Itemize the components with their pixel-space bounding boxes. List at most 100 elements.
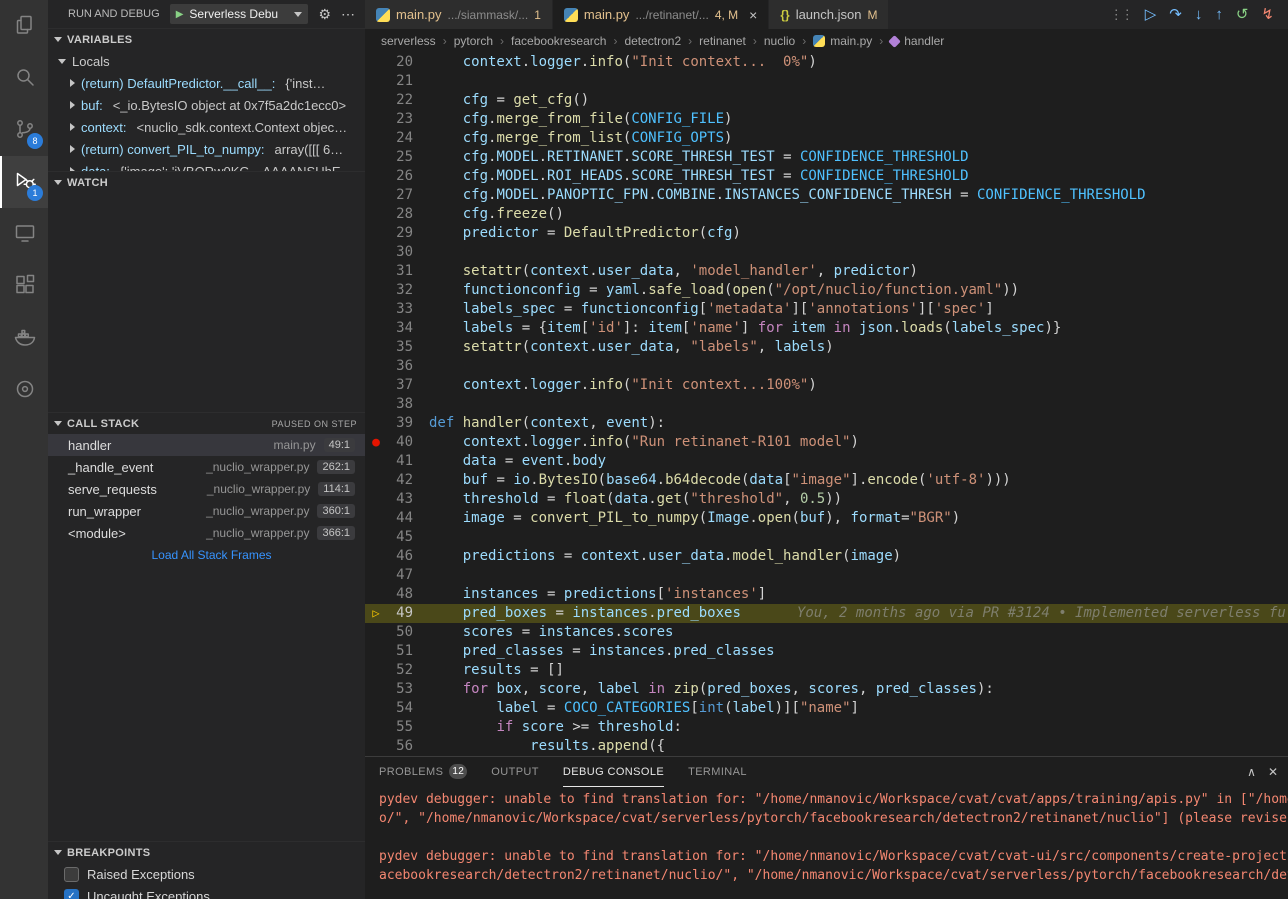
glyph-margin[interactable] <box>365 680 387 699</box>
glyph-margin[interactable] <box>365 186 387 205</box>
glyph-margin[interactable] <box>365 395 387 414</box>
code-line-54[interactable]: 54 label = COCO_CATEGORIES[int(label)]["… <box>365 699 1288 718</box>
code-text[interactable]: cfg.merge_from_list(CONFIG_OPTS) <box>429 129 732 148</box>
code-text[interactable]: setattr(context.user_data, "labels", lab… <box>429 338 834 357</box>
code-line-24[interactable]: 24 cfg.merge_from_list(CONFIG_OPTS) <box>365 129 1288 148</box>
code-text[interactable]: for box, score, label in zip(pred_boxes,… <box>429 680 994 699</box>
code-line-55[interactable]: 55 if score >= threshold: <box>365 718 1288 737</box>
glyph-margin[interactable] <box>365 661 387 680</box>
panel-tab-problems[interactable]: PROBLEMS12 <box>379 757 467 787</box>
activity-item-remote-explorer[interactable] <box>0 208 48 260</box>
editor-tab-launch.json[interactable]: {}launch.jsonM <box>769 0 889 29</box>
glyph-margin[interactable] <box>365 281 387 300</box>
activity-item-run-and-debug[interactable]: 1 <box>0 156 48 208</box>
panel-close-icon[interactable]: ✕ <box>1268 765 1278 779</box>
activity-item-explorer[interactable] <box>0 0 48 52</box>
glyph-margin[interactable] <box>365 91 387 110</box>
restart-icon[interactable]: ↺ <box>1236 7 1249 22</box>
code-line-29[interactable]: 29 predictor = DefaultPredictor(cfg) <box>365 224 1288 243</box>
code-text[interactable]: results = [] <box>429 661 564 680</box>
code-line-30[interactable]: 30 <box>365 243 1288 262</box>
code-line-36[interactable]: 36 <box>365 357 1288 376</box>
code-text[interactable]: labels_spec = functionconfig['metadata']… <box>429 300 994 319</box>
breadcrumb-item-pytorch[interactable]: pytorch <box>454 34 493 48</box>
breadcrumb-item-handler[interactable]: handler <box>890 34 944 48</box>
panel-maximize-icon[interactable]: ∧ <box>1247 765 1256 779</box>
breakpoint-icon[interactable]: ● <box>365 433 387 452</box>
code-line-53[interactable]: 53 for box, score, label in zip(pred_box… <box>365 680 1288 699</box>
checkbox-checked[interactable]: ✓ <box>64 889 79 899</box>
code-line-41[interactable]: 41 data = event.body <box>365 452 1288 471</box>
activity-item-source-control[interactable]: 8 <box>0 104 48 156</box>
breadcrumb-item-facebookresearch[interactable]: facebookresearch <box>511 34 606 48</box>
step-out-icon[interactable]: ↑ <box>1215 7 1223 22</box>
glyph-margin[interactable] <box>365 699 387 718</box>
glyph-margin[interactable] <box>365 262 387 281</box>
code-line-37[interactable]: 37 context.logger.info("Init context...1… <box>365 376 1288 395</box>
code-line-52[interactable]: 52 results = [] <box>365 661 1288 680</box>
code-text[interactable]: pred_boxes = instances.pred_boxes <box>429 604 741 623</box>
code-text[interactable]: results.append({ <box>429 737 665 756</box>
code-line-44[interactable]: 44 image = convert_PIL_to_numpy(Image.op… <box>365 509 1288 528</box>
close-icon[interactable]: × <box>749 8 757 22</box>
code-editor[interactable]: 20 context.logger.info("Init context... … <box>365 53 1288 756</box>
code-text[interactable]: def handler(context, event): <box>429 414 665 433</box>
glyph-margin[interactable] <box>365 737 387 756</box>
code-text[interactable]: threshold = float(data.get("threshold", … <box>429 490 842 509</box>
breadcrumb-item-serverless[interactable]: serverless <box>381 34 436 48</box>
glyph-margin[interactable] <box>365 110 387 129</box>
step-over-icon[interactable]: ↷ <box>1169 7 1182 22</box>
activity-item-extension-circle[interactable] <box>0 364 48 416</box>
breadcrumb-item-main.py[interactable]: main.py <box>813 34 872 48</box>
glyph-margin[interactable] <box>365 300 387 319</box>
glyph-margin[interactable] <box>365 642 387 661</box>
editor-tab-main.py[interactable]: main.py.../retinanet/...4, M× <box>553 0 769 29</box>
code-text[interactable]: if score >= threshold: <box>429 718 682 737</box>
code-line-25[interactable]: 25 cfg.MODEL.RETINANET.SCORE_THRESH_TEST… <box>365 148 1288 167</box>
glyph-margin[interactable] <box>365 471 387 490</box>
code-text[interactable]: setattr(context.user_data, 'model_handle… <box>429 262 918 281</box>
code-text[interactable]: cfg.MODEL.RETINANET.SCORE_THRESH_TEST = … <box>429 148 969 167</box>
code-line-43[interactable]: 43 threshold = float(data.get("threshold… <box>365 490 1288 509</box>
code-text[interactable]: predictions = context.user_data.model_ha… <box>429 547 901 566</box>
continue-icon[interactable]: ▷ <box>1145 7 1157 22</box>
debug-config-dropdown[interactable]: ▶ Serverless Debu <box>170 4 309 24</box>
glyph-margin[interactable] <box>365 623 387 642</box>
glyph-margin[interactable] <box>365 566 387 585</box>
code-line-46[interactable]: 46 predictions = context.user_data.model… <box>365 547 1288 566</box>
code-text[interactable]: cfg.MODEL.PANOPTIC_FPN.COMBINE.INSTANCES… <box>429 186 1146 205</box>
code-line-26[interactable]: 26 cfg.MODEL.ROI_HEADS.SCORE_THRESH_TEST… <box>365 167 1288 186</box>
breadcrumb-item-detectron2[interactable]: detectron2 <box>624 34 681 48</box>
variable-row[interactable]: context:<nuclio_sdk.context.Context obje… <box>48 116 365 138</box>
code-text[interactable]: context.logger.info("Run retinanet-R101 … <box>429 433 859 452</box>
code-text[interactable]: functionconfig = yaml.safe_load(open("/o… <box>429 281 1019 300</box>
variables-scope-locals[interactable]: Locals <box>48 50 365 72</box>
code-line-45[interactable]: 45 <box>365 528 1288 547</box>
breakpoint-row[interactable]: ✓Uncaught Exceptions <box>48 885 365 899</box>
code-text[interactable]: data = event.body <box>429 452 606 471</box>
code-line-31[interactable]: 31 setattr(context.user_data, 'model_han… <box>365 262 1288 281</box>
glyph-margin[interactable] <box>365 167 387 186</box>
glyph-margin[interactable] <box>365 148 387 167</box>
code-line-48[interactable]: 48 instances = predictions['instances'] <box>365 585 1288 604</box>
stack-frame-row[interactable]: serve_requests_nuclio_wrapper.py114:1 <box>48 478 365 500</box>
step-into-icon[interactable]: ↓ <box>1195 7 1203 22</box>
variable-row[interactable]: (return) convert_PIL_to_numpy:array([[[ … <box>48 138 365 160</box>
code-text[interactable]: context.logger.info("Init context...100%… <box>429 376 817 395</box>
glyph-margin[interactable] <box>365 547 387 566</box>
panel-tab-terminal[interactable]: TERMINAL <box>688 757 747 787</box>
variable-row[interactable]: data:{'image': 'iVBORw0KG…AAAANSUhE… <box>48 160 365 171</box>
code-text[interactable]: context.logger.info("Init context... 0%"… <box>429 53 817 72</box>
breakpoints-section-header[interactable]: BREAKPOINTS <box>48 841 365 863</box>
panel-tab-debug-console[interactable]: DEBUG CONSOLE <box>563 757 664 787</box>
start-debug-icon[interactable]: ▶ <box>176 9 184 20</box>
glyph-margin[interactable] <box>365 528 387 547</box>
debug-current-line-arrow-icon[interactable]: ▷ <box>365 604 387 623</box>
code-line-40[interactable]: ●40 context.logger.info("Run retinanet-R… <box>365 433 1288 452</box>
code-text[interactable]: predictor = DefaultPredictor(cfg) <box>429 224 741 243</box>
glyph-margin[interactable] <box>365 53 387 72</box>
code-line-51[interactable]: 51 pred_classes = instances.pred_classes <box>365 642 1288 661</box>
call-stack-section-header[interactable]: CALL STACK PAUSED ON STEP <box>48 412 365 434</box>
stack-frame-row[interactable]: _handle_event_nuclio_wrapper.py262:1 <box>48 456 365 478</box>
more-actions-icon[interactable]: ⋯ <box>341 6 355 23</box>
